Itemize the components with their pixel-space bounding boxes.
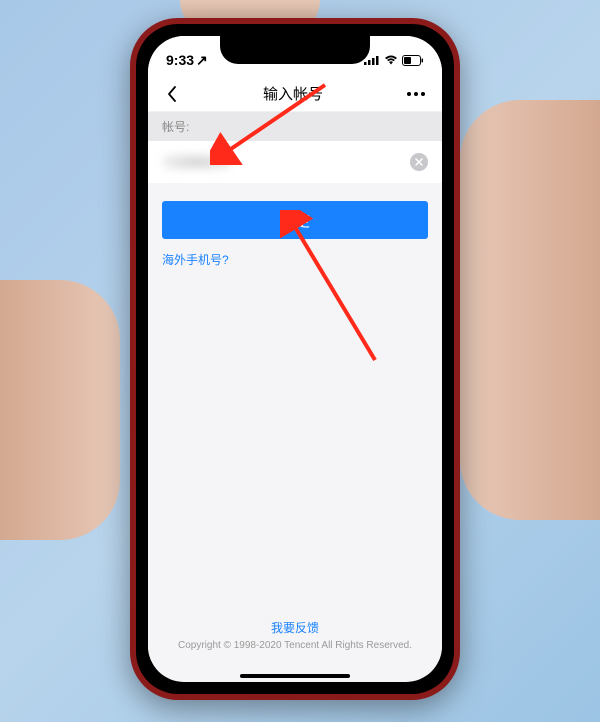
notch [220,36,370,64]
status-time: 9:33 ↗ [166,52,208,69]
wifi-icon [384,55,398,65]
overseas-phone-link[interactable]: 海外手机号? [162,253,229,267]
back-button[interactable] [162,84,182,104]
location-arrow-icon: ↗ [196,52,208,69]
close-icon [415,158,423,166]
battery-icon [402,55,424,66]
status-icons [364,55,424,66]
account-input[interactable] [162,154,232,170]
content-area: 确定 海外手机号? 我要反馈 Copyright © 1998-2020 Ten… [148,183,442,661]
phone-frame: 9:33 ↗ 输入帐号 帐号: [130,18,460,700]
nav-bar: 输入帐号 [148,76,442,112]
copyright-text: Copyright © 1998-2020 Tencent All Rights… [178,640,412,651]
home-indicator[interactable] [240,674,350,678]
more-button[interactable] [404,92,428,96]
account-label: 帐号: [148,112,442,141]
phone-screen: 9:33 ↗ 输入帐号 帐号: [148,36,442,682]
confirm-button[interactable]: 确定 [162,201,428,239]
chevron-left-icon [167,86,177,102]
feedback-link[interactable]: 我要反馈 [148,619,442,636]
clear-input-button[interactable] [410,153,428,171]
account-input-row[interactable] [148,141,442,183]
page-title: 输入帐号 [263,83,323,104]
footer: 我要反馈 Copyright © 1998-2020 Tencent All R… [148,619,442,651]
